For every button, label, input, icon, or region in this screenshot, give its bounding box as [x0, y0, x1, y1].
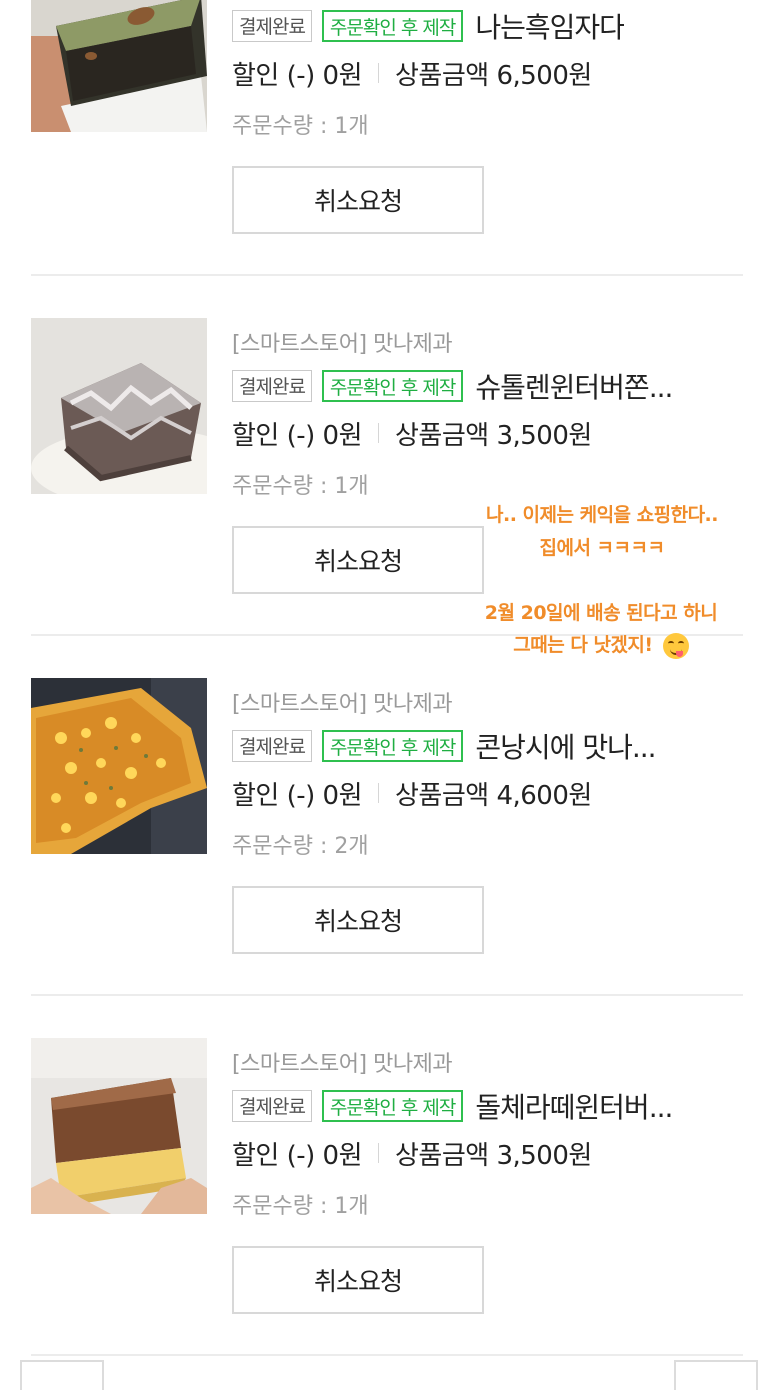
discount-text: 할인 (-) 0원	[232, 780, 363, 811]
store-name[interactable]: [스마트스토어] 맛나제과	[232, 686, 453, 718]
annotation-line-2: 집에서 ㅋㅋㅋㅋ	[539, 537, 665, 559]
divider	[31, 1354, 743, 1356]
made-to-order-badge: 주문확인 후 제작	[321, 370, 464, 402]
annotation-line-1: 나.. 이제는 케익을 쇼핑한다..	[486, 504, 719, 526]
made-to-order-badge: 주문확인 후 제작	[321, 10, 464, 42]
dolce-latte-cake-photo	[31, 1038, 207, 1214]
product-thumbnail[interactable]	[31, 318, 207, 494]
cancel-request-button[interactable]: 취소요청	[232, 1246, 484, 1314]
made-to-order-badge: 주문확인 후 제작	[321, 1090, 464, 1122]
annotation-line-3: 2월 20일에 배송 된다고 하니	[484, 602, 718, 624]
annotation-line-4: 그때는 다 낫겠지!	[513, 634, 653, 656]
separator	[378, 423, 380, 443]
product-name[interactable]: 콘낭시에 맛나...	[475, 726, 655, 766]
product-amount: 상품금액 6,500원	[395, 60, 592, 91]
product-amount: 상품금액 3,500원	[395, 1140, 592, 1171]
bottom-left-button[interactable]	[20, 1360, 104, 1390]
product-amount: 상품금액 3,500원	[395, 420, 592, 451]
payment-status-badge: 결제완료	[232, 10, 312, 42]
product-name[interactable]: 슈톨렌윈터버쫀...	[475, 366, 672, 406]
store-name[interactable]: [스마트스토어] 맛나제과	[232, 1046, 453, 1078]
order-quantity: 주문수량 : 1개	[232, 1194, 369, 1219]
cancel-request-button[interactable]: 취소요청	[232, 886, 484, 954]
discount-text: 할인 (-) 0원	[232, 60, 363, 91]
order-quantity: 주문수량 : 1개	[232, 114, 369, 139]
yum-face-emoji-icon	[662, 632, 689, 659]
cancel-request-button[interactable]: 취소요청	[232, 166, 484, 234]
separator	[378, 783, 380, 803]
payment-status-badge: 결제완료	[232, 730, 312, 762]
separator	[378, 63, 380, 83]
corn-financier-photo	[31, 678, 207, 854]
black-sesame-cake-photo	[31, 0, 207, 132]
order-quantity: 주문수량 : 2개	[232, 834, 369, 859]
divider	[31, 274, 743, 276]
product-name[interactable]: 돌체라떼윈터버...	[475, 1086, 672, 1126]
divider	[31, 994, 743, 996]
separator	[378, 1143, 380, 1163]
product-thumbnail[interactable]	[31, 0, 207, 132]
stollen-cake-photo	[31, 318, 207, 494]
product-amount: 상품금액 4,600원	[395, 780, 592, 811]
product-name[interactable]: 나는흑임자다	[475, 6, 624, 46]
cancel-request-button[interactable]: 취소요청	[232, 526, 484, 594]
made-to-order-badge: 주문확인 후 제작	[321, 730, 464, 762]
payment-status-badge: 결제완료	[232, 1090, 312, 1122]
discount-text: 할인 (-) 0원	[232, 1140, 363, 1171]
product-thumbnail[interactable]	[31, 1038, 207, 1214]
discount-text: 할인 (-) 0원	[232, 420, 363, 451]
annotation-line-4-wrap: 그때는 다 낫겠지!	[448, 630, 754, 659]
payment-status-badge: 결제완료	[232, 370, 312, 402]
product-thumbnail[interactable]	[31, 678, 207, 854]
bottom-right-button[interactable]	[674, 1360, 758, 1390]
store-name[interactable]: [스마트스토어] 맛나제과	[232, 326, 453, 358]
order-quantity: 주문수량 : 1개	[232, 474, 369, 499]
